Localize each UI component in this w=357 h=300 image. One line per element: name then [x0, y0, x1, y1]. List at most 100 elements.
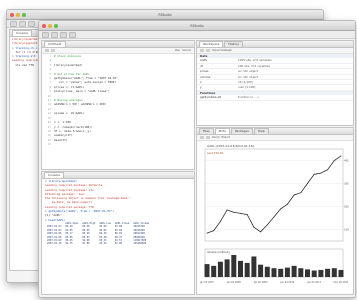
code-text: x <- 1:100 — [54, 120, 71, 125]
main-window-title: RStudio — [190, 23, 204, 28]
volume-bar — [204, 264, 210, 277]
code-text: # Stock Analysis — [54, 54, 81, 58]
code-line: 21 — [44, 142, 194, 146]
tab-packages[interactable]: Packages — [230, 128, 253, 134]
variable-value: 100 obs. of 2 variables — [238, 63, 270, 68]
save-icon[interactable] — [28, 20, 35, 27]
x-tick-label: Jan 03 2011 — [306, 281, 321, 284]
back-arrow-icon[interactable] — [200, 136, 204, 139]
source-tab[interactable]: Untitled1 — [44, 41, 66, 47]
tab-help[interactable]: Help — [253, 128, 269, 134]
volume-bar — [291, 265, 297, 277]
volume-bar — [271, 268, 277, 277]
data-point — [260, 231, 262, 233]
variable-name: y — [200, 85, 202, 90]
volume-bar — [298, 268, 304, 277]
x-tick-label: Jan 02 2009 — [253, 281, 268, 284]
export-button[interactable]: Export — [221, 136, 230, 139]
back-console-tab[interactable]: Console — [12, 30, 32, 36]
data-point — [213, 230, 215, 232]
load-icon[interactable] — [200, 49, 204, 52]
data-point — [240, 212, 241, 214]
new-file-icon[interactable] — [42, 31, 49, 38]
save-icon[interactable] — [45, 49, 49, 52]
volume-bar — [211, 265, 217, 277]
volume-bar — [325, 268, 331, 277]
main-window-titlebar: RStudio — [39, 21, 355, 31]
functions-list: getSymbols.alt function (x, ...) — [197, 95, 353, 101]
table-cell: 105460000 — [133, 242, 147, 246]
data-point — [327, 169, 329, 171]
open-file-icon[interactable] — [51, 31, 58, 38]
x-tick-label: Jan 03 2007 — [199, 281, 214, 284]
volume-bar — [338, 269, 344, 277]
code-text: head(df) — [54, 137, 68, 142]
code-text: addSMA(n = 50); addSMA(n = 200) — [54, 102, 107, 107]
save-icon[interactable] — [60, 31, 67, 38]
print-icon[interactable] — [69, 31, 76, 38]
tab-workspace[interactable]: Workspace — [199, 41, 224, 47]
main-toolbar — [39, 31, 355, 39]
data-point — [246, 214, 248, 215]
volume-bar — [244, 262, 250, 277]
data-point — [293, 194, 295, 196]
table-cell: 94.75 — [65, 242, 73, 246]
x-tick-label: Jan 04 2010 — [280, 281, 295, 284]
variable-value: int [1:100] — [238, 80, 253, 85]
environment-list: AAPL 1295 obs. of 6 variables df 100 obs. o… — [197, 58, 353, 91]
data-point — [320, 172, 322, 174]
data-point — [226, 209, 228, 211]
code-editor[interactable]: 1 # Stock Analysis 2 3 library(quantmod) 4 5 # … — [42, 54, 194, 147]
volume-bar — [305, 269, 310, 277]
data-point — [233, 211, 235, 213]
code-text: volume <- Vo(AAPL) — [54, 111, 85, 116]
table-cell: 97.00 — [114, 242, 123, 246]
console-pane: Console > library(quantmod) Loading requi… — [41, 171, 195, 295]
data-point — [340, 155, 342, 157]
variable-name: getSymbols.alt — [200, 95, 221, 100]
plots-pane: Files Plots Packages Help Zoom Export AAPL … — [196, 127, 354, 295]
variable-name: AAPL — [200, 58, 208, 63]
code-text: summary(df) — [54, 133, 73, 138]
data-point — [280, 208, 282, 210]
zoom-button[interactable]: Zoom — [212, 136, 219, 139]
volume-label: Volume (millions): — [207, 250, 230, 254]
save-icon[interactable] — [206, 49, 210, 52]
import-dataset-button[interactable]: Import Dataset — [212, 49, 232, 52]
volume-bar — [278, 268, 284, 277]
tab-history[interactable]: History — [224, 41, 244, 47]
run-button[interactable]: Run — [175, 49, 180, 52]
volume-bar — [217, 261, 223, 277]
variable-value: num [1:100] — [238, 85, 256, 90]
code-text: plot(prices, main = "AAPL Close") — [54, 89, 110, 94]
data-point — [286, 203, 288, 205]
data-point — [300, 192, 302, 194]
open-file-icon[interactable] — [19, 20, 26, 27]
code-text: df <- data.frame(x, y) — [54, 128, 92, 133]
new-file-icon[interactable] — [10, 20, 17, 27]
data-point — [313, 173, 315, 175]
environment-row[interactable]: getSymbols.alt function (x, ...) — [197, 95, 353, 101]
environment-tabs: Workspace History — [197, 41, 353, 48]
data-point — [253, 226, 255, 228]
search-icon[interactable] — [51, 49, 55, 52]
code-text: getSymbols("AAPL", from = "2007-01-01", — [54, 76, 120, 81]
table-cell: 97.80 — [82, 242, 90, 246]
chart-title: AAPL [2007-01-03/2012-01-16] — [207, 144, 254, 148]
variable-value: An 'xts' object — [238, 69, 258, 74]
source-button[interactable]: Source — [182, 49, 191, 52]
environment-pane: Workspace History Import Dataset Data AAP… — [196, 40, 354, 126]
tab-files[interactable]: Files — [199, 128, 214, 134]
console-output[interactable]: > library(quantmod) Loading required pack… — [42, 179, 194, 222]
code-text: src = "yahoo", auto.assign = TRUE) — [54, 80, 117, 85]
plots-tabs: Files Plots Packages Help — [197, 128, 353, 135]
forward-arrow-icon[interactable] — [206, 136, 210, 139]
data-point — [333, 160, 335, 161]
tab-plots[interactable]: Plots — [214, 128, 230, 134]
data-point — [273, 216, 275, 218]
line-number: 21 — [47, 142, 51, 147]
back-window-titlebar: RStudio — [7, 10, 323, 20]
volume-bar — [258, 264, 264, 277]
console-tab[interactable]: Console — [44, 172, 64, 178]
variable-value: An 'xts' object — [238, 74, 258, 79]
